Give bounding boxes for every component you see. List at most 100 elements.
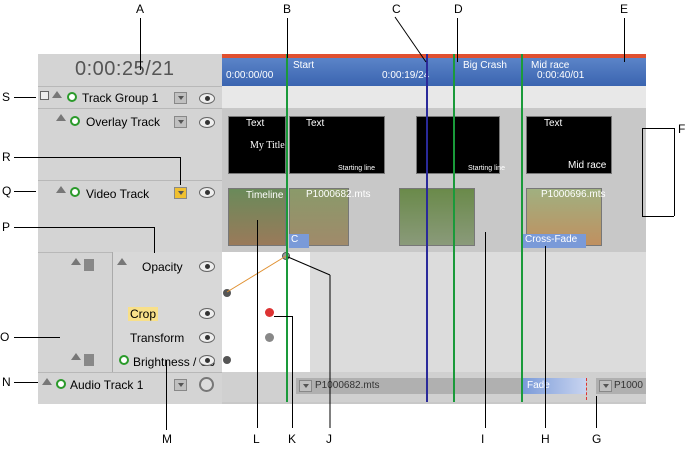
leader-line <box>642 128 643 216</box>
callout-q: Q <box>2 184 12 198</box>
callout-m: M <box>162 432 172 446</box>
clip-sub: Starting line <box>468 165 505 172</box>
crop-keyframe[interactable] <box>265 308 274 317</box>
row-separator <box>38 86 222 87</box>
leader-line <box>457 18 458 62</box>
collapse-icon[interactable] <box>40 91 49 100</box>
eye-icon[interactable] <box>199 332 215 343</box>
transform-label: Transform <box>130 331 185 345</box>
crossfade-small[interactable]: C <box>289 234 309 248</box>
callout-a: A <box>136 2 145 16</box>
leader-line <box>642 128 674 129</box>
leader-line <box>14 97 36 98</box>
eye-icon[interactable] <box>199 355 215 366</box>
timecode-display: 0:00:25/21 <box>75 58 175 80</box>
clip-label: P1000696.mts <box>541 189 606 200</box>
clip-label: Text <box>306 118 325 129</box>
leader-line <box>257 220 258 428</box>
clip-sub: Mid race <box>568 160 607 171</box>
eye-icon[interactable] <box>199 93 215 104</box>
callout-j: J <box>326 432 332 446</box>
callout-f: F <box>678 122 686 136</box>
overlay-track-label: Overlay Track <box>86 115 161 129</box>
active-toggle[interactable] <box>67 92 77 102</box>
row-separator <box>38 372 222 373</box>
up-arrow-icon <box>71 353 81 360</box>
callout-p: P <box>2 220 11 234</box>
callout-e: E <box>620 2 629 16</box>
dropdown-icon[interactable] <box>174 379 187 391</box>
callout-i: I <box>481 432 485 446</box>
callout-n: N <box>2 375 11 389</box>
marker-big-crash[interactable]: Big Crash <box>463 60 507 71</box>
marker-start[interactable]: Start <box>293 60 314 71</box>
leader-line <box>14 157 181 158</box>
callout-l: L <box>253 432 260 446</box>
leader-line <box>14 191 36 192</box>
fade-label: Fade <box>527 380 550 391</box>
up-arrow-icon <box>52 91 62 98</box>
up-arrow-icon <box>56 186 66 193</box>
clip-label: Timeline <box>246 190 284 201</box>
leader-line <box>154 227 155 253</box>
marker-mid-race[interactable]: Mid race <box>531 60 569 71</box>
transform-keyframe[interactable] <box>265 333 274 342</box>
callout-r: R <box>2 150 11 164</box>
callout-o: O <box>0 330 10 344</box>
leader-line <box>545 246 546 428</box>
audio-clip-label: P1000 <box>614 380 643 391</box>
callout-s: S <box>2 90 11 104</box>
ruler-time-1: 0:00:19/24 <box>382 70 430 81</box>
leader-line <box>287 256 331 428</box>
speaker-icon[interactable] <box>199 377 214 392</box>
pin-icon[interactable] <box>84 354 94 366</box>
up-arrow-icon <box>71 258 81 265</box>
eye-icon[interactable] <box>199 117 215 128</box>
opacity-label: Opacity <box>142 260 183 274</box>
leader-line <box>642 216 674 217</box>
row-separator <box>38 180 222 181</box>
active-toggle[interactable] <box>70 116 80 126</box>
marker-line <box>521 54 523 402</box>
leader-line <box>394 16 427 63</box>
clip-label: Text <box>544 118 563 129</box>
leader-line <box>287 18 288 58</box>
callout-h: H <box>541 432 550 446</box>
leader-line <box>14 227 154 228</box>
envelope-point[interactable] <box>223 356 231 364</box>
eye-icon[interactable] <box>199 261 215 272</box>
crop-label: Crop <box>128 307 159 321</box>
dropdown-icon[interactable] <box>174 116 187 128</box>
dropdown-icon[interactable] <box>174 92 187 104</box>
row-separator <box>38 108 222 109</box>
up-arrow-icon <box>117 258 127 265</box>
leader-line <box>14 382 38 383</box>
clip-label: P1000682.mts <box>306 189 371 200</box>
eye-icon[interactable] <box>199 308 215 319</box>
callout-c: C <box>392 2 401 16</box>
dropdown-icon[interactable] <box>174 187 187 199</box>
callout-k: K <box>288 432 297 446</box>
video-track-label: Video Track <box>86 187 150 201</box>
leader-line <box>14 337 60 338</box>
active-toggle[interactable] <box>70 187 80 197</box>
clip-label: Text <box>246 118 265 129</box>
clip-sub: Starting line <box>338 165 375 172</box>
ruler-time-0: 0:00:00/00 <box>226 70 274 81</box>
leader-line <box>674 128 675 216</box>
eye-icon[interactable] <box>199 187 215 198</box>
leader-line <box>180 157 181 185</box>
crossfade-transition[interactable]: Cross-Fade <box>522 234 586 248</box>
leader-line <box>624 18 625 62</box>
callout-b: B <box>283 2 292 16</box>
video-clip[interactable] <box>399 188 475 246</box>
active-toggle[interactable] <box>56 379 66 389</box>
marker-line <box>453 54 455 402</box>
dropdown-icon[interactable] <box>599 380 612 392</box>
active-toggle[interactable] <box>119 355 129 365</box>
leader-line <box>140 18 141 70</box>
leader-line <box>596 396 597 428</box>
playhead-line[interactable] <box>426 54 428 402</box>
pin-icon[interactable] <box>84 259 94 271</box>
callout-g: G <box>592 432 602 446</box>
